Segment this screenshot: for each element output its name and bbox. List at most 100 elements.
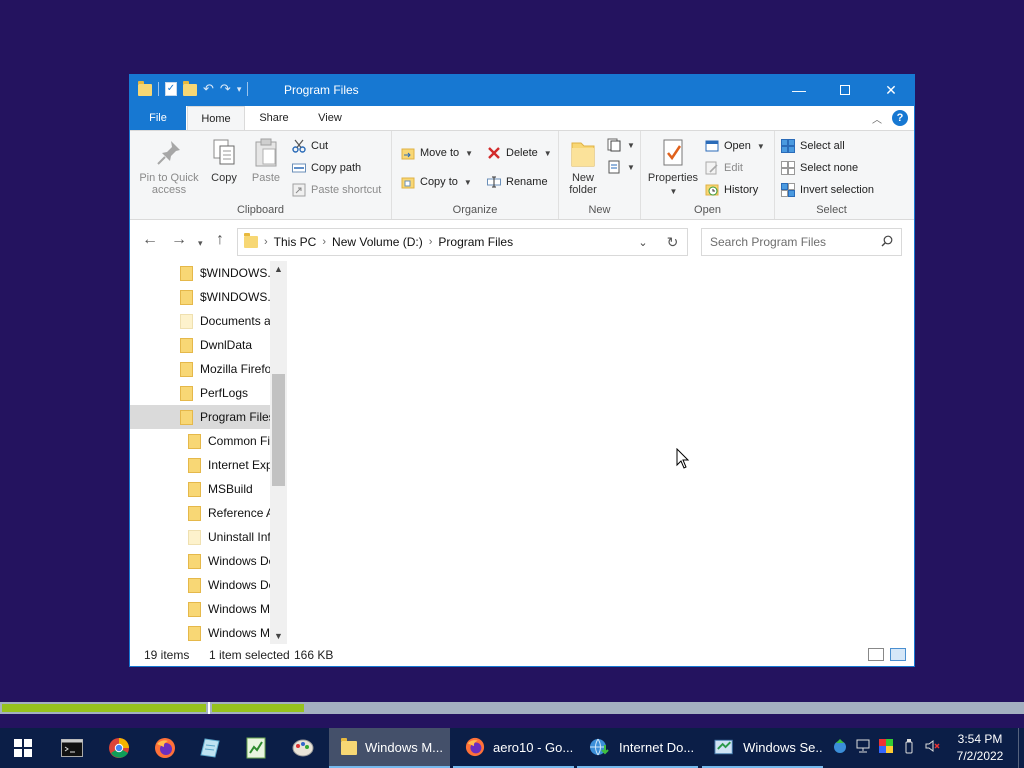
windows-logo-icon [14, 739, 32, 757]
minimize-button[interactable]: — [776, 75, 822, 105]
rename-button[interactable]: Rename [487, 172, 548, 192]
taskbar-task-manager[interactable] [233, 728, 279, 768]
paste-button[interactable]: Paste [248, 137, 284, 184]
taskbar-clock[interactable]: 3:54 PM 7/2/2022 [950, 731, 1010, 765]
tree-item[interactable]: Common Fi [130, 429, 270, 453]
address-bar[interactable]: › This PC › New Volume (D:) › Program Fi… [237, 228, 688, 256]
usb-device-icon[interactable] [901, 738, 917, 754]
window-title: Program Files [284, 83, 359, 97]
tree-item[interactable]: DwnlData [130, 333, 270, 357]
select-none-button[interactable]: Select none [781, 158, 858, 178]
copy-to-button[interactable]: Copy to ▼ [401, 172, 472, 192]
maximize-button[interactable] [822, 75, 868, 105]
color-app-icon[interactable] [878, 738, 894, 754]
tree-item[interactable]: Windows M [130, 597, 270, 621]
tree-item[interactable]: MSBuild [130, 477, 270, 501]
tab-file[interactable]: File [130, 106, 186, 130]
properties-button[interactable]: Properties ▼ [646, 137, 700, 198]
folder-icon [188, 601, 201, 617]
taskbar-task-internet-download[interactable]: Internet Do... [577, 728, 698, 768]
paste-shortcut-button[interactable]: Paste shortcut [292, 180, 381, 200]
scrollbar-thumb[interactable] [272, 374, 285, 486]
breadcrumb-chevron-icon[interactable]: › [429, 236, 433, 248]
tree-item[interactable]: Reference A [130, 501, 270, 525]
network-globe-icon[interactable] [832, 738, 848, 754]
customize-qat-chevron-icon[interactable]: ▾ [237, 82, 242, 96]
tree-item[interactable]: Windows M [130, 621, 270, 645]
tree-item[interactable]: Windows De [130, 549, 270, 573]
new-folder-qat-icon[interactable] [183, 81, 197, 96]
show-desktop-button[interactable] [1018, 728, 1024, 768]
breadcrumb-new-volume[interactable]: New Volume (D:) [332, 235, 423, 249]
taskbar-paint[interactable] [280, 728, 326, 768]
taskbar-task-firefox[interactable]: aero10 - Go... [453, 728, 574, 768]
new-folder-icon [571, 142, 595, 167]
taskbar-terminal[interactable] [49, 728, 95, 768]
move-to-button[interactable]: Move to ▼ [401, 143, 473, 163]
back-arrow-icon[interactable]: ← [142, 231, 158, 249]
file-list-area[interactable] [287, 261, 914, 645]
breadcrumb-this-pc[interactable]: This PC [274, 235, 317, 249]
new-item-button[interactable]: ▼ [607, 135, 635, 155]
details-view-icon[interactable] [868, 648, 884, 661]
edit-button[interactable]: Edit [705, 158, 743, 178]
start-button[interactable] [0, 728, 46, 768]
select-all-button[interactable]: Select all [781, 136, 845, 156]
new-folder-button[interactable]: New folder [565, 137, 601, 196]
refresh-icon[interactable]: ↻ [658, 228, 688, 256]
volume-muted-icon[interactable] [924, 738, 940, 754]
tree-item[interactable]: $WINDOWS.~ [130, 285, 270, 309]
search-input[interactable]: Search Program Files [701, 228, 902, 256]
tab-view[interactable]: View [302, 106, 358, 130]
taskbar-notepad[interactable] [187, 728, 233, 768]
tree-item[interactable]: $WINDOWS.~ [130, 261, 270, 285]
delete-button[interactable]: Delete ▼ [487, 143, 552, 163]
history-button[interactable]: History [705, 180, 758, 200]
close-button[interactable]: ✕ [868, 75, 914, 105]
recent-locations-chevron-icon[interactable]: ▾ [198, 234, 203, 252]
up-arrow-icon[interactable]: ↑ [216, 231, 224, 249]
tree-item[interactable]: Windows De [130, 573, 270, 597]
folder-icon [138, 81, 152, 96]
minimize-ribbon-chevron-icon[interactable]: ︿ [872, 111, 882, 126]
redo-icon[interactable]: ↷ [220, 82, 231, 96]
tree-item[interactable]: Internet Exp [130, 453, 270, 477]
network-icon[interactable] [855, 738, 871, 754]
undo-icon[interactable]: ↶ [203, 82, 214, 96]
copy-path-button[interactable]: Copy path [292, 158, 361, 178]
breadcrumb-chevron-icon[interactable]: › [322, 236, 326, 248]
select-all-icon [781, 139, 795, 153]
help-icon[interactable]: ? [892, 110, 908, 126]
properties-qat-icon[interactable]: ✓ [165, 82, 177, 96]
close-icon: ✕ [885, 81, 897, 98]
copy-button[interactable]: Copy [206, 137, 242, 184]
easy-access-button[interactable]: ▼ [607, 157, 635, 177]
tree-item[interactable]: Mozilla Firefo [130, 357, 270, 381]
tree-item[interactable]: PerfLogs [130, 381, 270, 405]
tab-share[interactable]: Share [246, 106, 302, 130]
pin-to-quick-access-button[interactable]: Pin to Quick access [136, 137, 202, 196]
folder-icon [188, 457, 201, 473]
tab-home[interactable]: Home [187, 106, 245, 131]
scroll-down-icon[interactable]: ▼ [270, 628, 287, 645]
taskbar-chrome[interactable] [96, 728, 142, 768]
taskbar-task-windows-settings[interactable]: Windows Se... [702, 728, 823, 768]
tree-item[interactable]: Uninstall Inf [130, 525, 270, 549]
forward-arrow-icon[interactable]: → [171, 231, 187, 249]
taskbar-task-explorer[interactable]: Windows M... [329, 728, 450, 768]
large-icons-view-icon[interactable] [890, 648, 906, 661]
select-none-label: Select none [800, 162, 859, 174]
open-button[interactable]: Open ▼ [705, 136, 765, 156]
cut-button[interactable]: Cut [292, 136, 328, 156]
scroll-up-icon[interactable]: ▲ [270, 261, 287, 278]
breadcrumb-chevron-icon[interactable]: › [264, 236, 268, 248]
breadcrumb-program-files[interactable]: Program Files [438, 235, 513, 249]
invert-selection-button[interactable]: Invert selection [781, 180, 874, 200]
tree-item[interactable]: Program Files [130, 405, 270, 429]
group-label-clipboard: Clipboard [236, 204, 285, 216]
taskbar-firefox[interactable] [142, 728, 188, 768]
tree-item[interactable]: Documents a [130, 309, 270, 333]
navigation-pane-scrollbar[interactable]: ▲ ▼ [270, 261, 287, 645]
address-history-chevron-icon[interactable]: ⌄ [628, 228, 658, 256]
title-bar[interactable]: ✓ ↶ ↷ ▾ Program Files — ✕ [130, 75, 914, 106]
